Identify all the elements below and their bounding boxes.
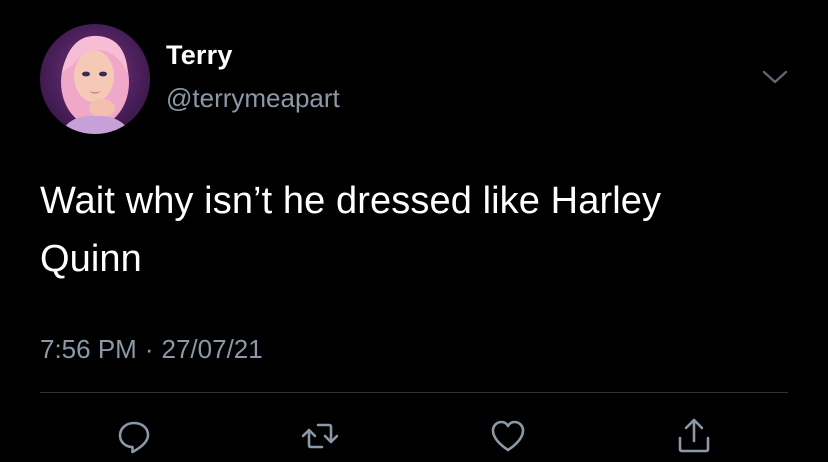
share-icon: [678, 418, 710, 453]
avatar[interactable]: [40, 24, 150, 134]
tweet-timestamp[interactable]: 7:56 PM · 27/07/21: [40, 334, 263, 365]
tweet-text-line: Wait why isn’t he dressed like Harley: [40, 180, 662, 222]
share-button[interactable]: [674, 416, 714, 456]
tweet-text: Wait why isn’t he dressed like Harley Qu…: [40, 172, 800, 288]
reply-button[interactable]: [114, 416, 154, 456]
tweet-time: 7:56 PM: [40, 334, 137, 364]
reply-icon: [118, 421, 150, 454]
tweet-card: Terry @terrymeapart Wait why isn’t he dr…: [0, 0, 828, 462]
heart-icon: [491, 420, 525, 452]
author-handle[interactable]: @terrymeapart: [166, 83, 340, 114]
tweet-text-line: Quinn: [40, 238, 142, 280]
like-button[interactable]: [488, 416, 528, 456]
tweet-date: 27/07/21: [161, 334, 263, 364]
chevron-down-icon[interactable]: [759, 64, 791, 90]
author-display-name[interactable]: Terry: [166, 40, 233, 71]
avatar-image: [60, 35, 132, 134]
retweet-icon: [301, 423, 339, 449]
divider: [40, 392, 788, 393]
retweet-button[interactable]: [300, 416, 340, 456]
meta-separator: ·: [144, 334, 154, 364]
